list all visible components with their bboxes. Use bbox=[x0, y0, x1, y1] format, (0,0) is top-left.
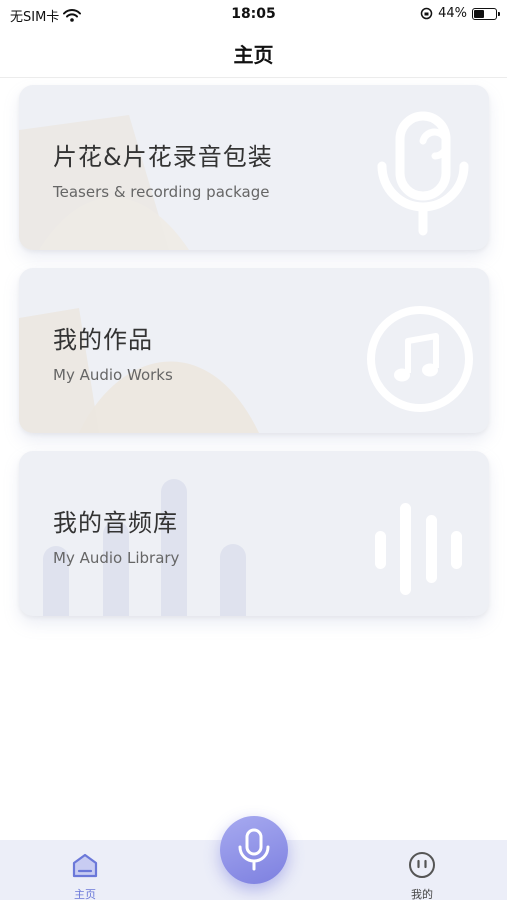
card-subtitle: My Audio Library bbox=[53, 549, 180, 567]
tab-home[interactable]: 主页 bbox=[55, 850, 115, 900]
page-title: 主页 bbox=[233, 43, 274, 67]
smiley-face-icon bbox=[409, 852, 435, 878]
orientation-lock-icon bbox=[420, 7, 433, 20]
card-my-works[interactable]: 我的作品 My Audio Works bbox=[19, 268, 489, 433]
microphone-icon bbox=[238, 828, 270, 871]
card-subtitle: My Audio Works bbox=[53, 366, 173, 384]
tab-home-label: 主页 bbox=[74, 888, 96, 900]
card-title: 我的音频库 bbox=[53, 509, 178, 537]
tab-me[interactable]: 我的 bbox=[392, 850, 452, 900]
home-icon bbox=[72, 853, 98, 878]
card-title: 我的作品 bbox=[53, 326, 153, 354]
microphone-icon bbox=[377, 111, 469, 236]
status-bar: 无SIM卡 18:05 44% bbox=[0, 0, 507, 30]
nav-bar: 主页 bbox=[0, 30, 507, 78]
battery-percent: 44% bbox=[438, 6, 467, 21]
record-button[interactable] bbox=[220, 816, 288, 884]
battery-fill bbox=[474, 9, 485, 18]
battery-icon bbox=[472, 7, 500, 20]
card-title: 片花&片花录音包装 bbox=[53, 143, 273, 171]
card-teasers[interactable]: 片花&片花录音包装 Teasers & recording package bbox=[19, 85, 489, 250]
tab-me-label: 我的 bbox=[411, 888, 433, 900]
waveform-icon bbox=[375, 503, 462, 595]
card-audio-library[interactable]: 我的音频库 My Audio Library bbox=[19, 451, 489, 616]
music-note-icon bbox=[367, 306, 473, 412]
card-subtitle: Teasers & recording package bbox=[53, 183, 270, 201]
status-right: 44% bbox=[420, 6, 500, 21]
